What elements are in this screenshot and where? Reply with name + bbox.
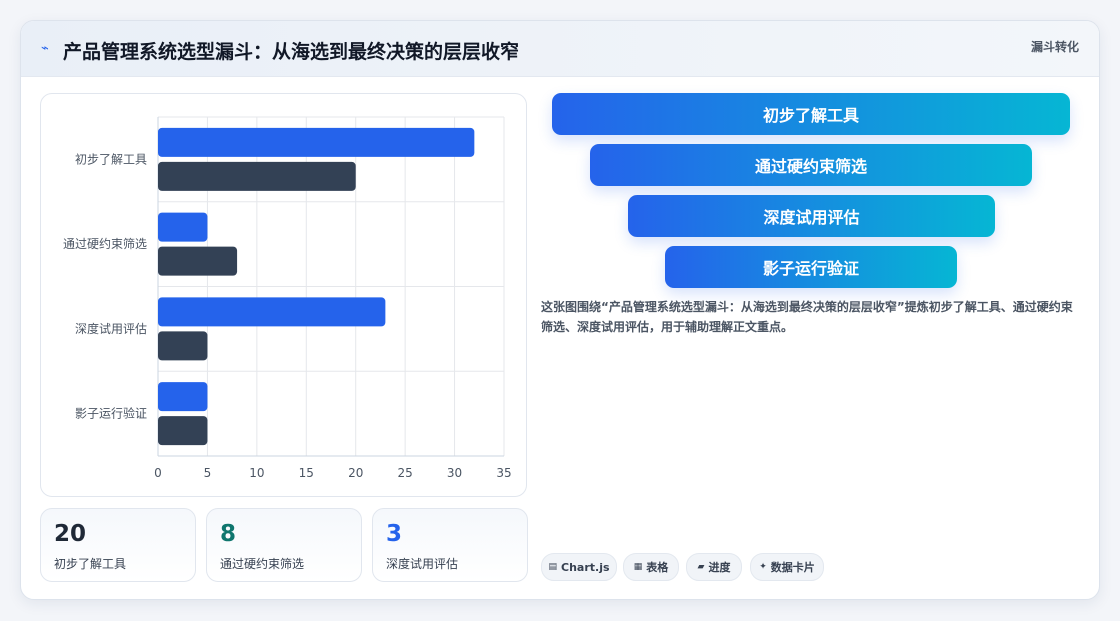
x-tick-label: 35	[496, 466, 511, 480]
stat-label: 深度试用评估	[386, 557, 459, 571]
x-tick-label: 10	[249, 466, 264, 480]
chart-description: 这张图围绕“产品管理系统选型漏斗：从海选到最终决策的层层收窄”提炼初步了解工具、…	[541, 300, 1073, 334]
table-icon: ▦	[633, 562, 643, 572]
page-title: 产品管理系统选型漏斗：从海选到最终决策的层层收窄	[63, 41, 520, 63]
bar	[158, 161, 356, 191]
chart-panel: 0 5 10 15 20 25 30 35 初步了解工具通过硬约束筛选深度试用评估 影子运行验证	[40, 93, 527, 497]
y-tick-label: 影子运行验证	[75, 406, 147, 421]
bar	[158, 246, 238, 276]
funnel-stage-1: 初步了解工具	[552, 93, 1070, 135]
stat-card-1: 20 初步了解工具	[40, 508, 196, 582]
funnel-stage-3: 深度试用评估	[628, 195, 995, 237]
x-tick-label: 5	[204, 466, 212, 480]
funnel-stage-label: 初步了解工具	[762, 106, 859, 125]
stat-value: 20	[54, 521, 87, 547]
tag-label: Chart.js	[561, 560, 610, 574]
tag-data-card[interactable]: ✦ 数据卡片	[750, 553, 824, 581]
stat-value: 8	[220, 521, 237, 547]
y-tick-label: 通过硬约束筛选	[63, 236, 147, 251]
x-tick-label: 20	[348, 466, 363, 480]
chart-icon: ▤	[548, 562, 557, 572]
x-tick-label: 25	[398, 466, 413, 480]
tag-progress[interactable]: ▰ 进度	[686, 553, 742, 581]
funnel-stage-label: 深度试用评估	[763, 208, 860, 227]
sparkle-icon: ✦	[759, 562, 767, 572]
card-header: ⌁ 产品管理系统选型漏斗：从海选到最终决策的层层收窄 漏斗转化	[21, 21, 1099, 77]
tag-label: 数据卡片	[770, 561, 815, 574]
bar	[158, 297, 386, 327]
tag-label: 表格	[646, 561, 669, 574]
dashboard-card: ⌁ 产品管理系统选型漏斗：从海选到最终决策的层层收窄 漏斗转化 0 5 10 15 20…	[20, 20, 1100, 600]
progress-icon: ▰	[697, 562, 705, 572]
stat-label: 初步了解工具	[54, 557, 127, 571]
stat-value: 3	[386, 521, 403, 547]
tag-chartjs[interactable]: ▤ Chart.js	[541, 553, 617, 581]
bar	[158, 127, 475, 157]
lightning-icon: ⌁	[41, 41, 49, 56]
x-tick-label: 15	[299, 466, 314, 480]
tag-table[interactable]: ▦ 表格	[623, 553, 679, 581]
y-tick-label: 初步了解工具	[75, 152, 147, 166]
bar	[158, 212, 208, 242]
bar	[158, 382, 208, 412]
funnel-stage-label: 通过硬约束筛选	[754, 157, 867, 176]
bar	[158, 416, 208, 446]
funnel-stage-2: 通过硬约束筛选	[590, 144, 1032, 186]
bar-chart: 0 5 10 15 20 25 30 35 初步了解工具通过硬约束筛选深度试用评估影子运行验证	[63, 116, 512, 480]
funnel-stage-label: 影子运行验证	[762, 259, 859, 278]
stat-card-2: 8 通过硬约束筛选	[206, 508, 362, 582]
funnel-stage-4: 影子运行验证	[665, 246, 957, 288]
y-tick-label: 深度试用评估	[75, 321, 147, 336]
header-tag: 漏斗转化	[1030, 40, 1079, 54]
x-tick-label: 30	[447, 466, 462, 480]
tag-label: 进度	[708, 561, 731, 574]
bar	[158, 331, 208, 361]
stat-card-3: 3 深度试用评估	[372, 508, 528, 582]
stat-label: 通过硬约束筛选	[220, 557, 305, 571]
x-tick-label: 0	[154, 466, 162, 480]
